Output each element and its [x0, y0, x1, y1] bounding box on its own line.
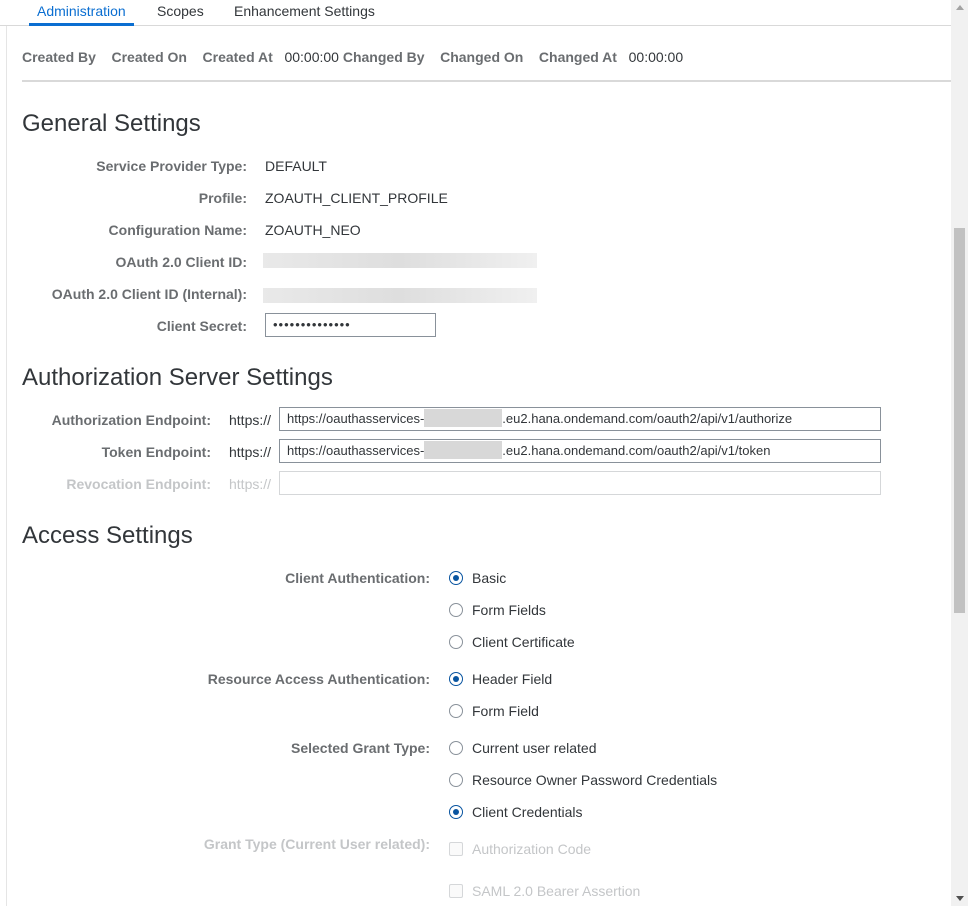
scroll-up-arrow-icon[interactable]	[956, 5, 964, 10]
token-url-start: https://oauthasservices-	[287, 443, 425, 458]
service-provider-type-label: Service Provider Type:	[96, 158, 247, 174]
client-auth-client-certificate-label[interactable]: Client Certificate	[472, 634, 575, 650]
authorization-endpoint-label: Authorization Endpoint:	[51, 412, 211, 428]
client-auth-form-fields-radio[interactable]	[449, 603, 463, 617]
grant-resource-owner-label[interactable]: Resource Owner Password Credentials	[472, 772, 717, 788]
client-id-redacted	[263, 253, 537, 268]
token-url-redacted	[424, 441, 503, 460]
grant-type-current-user-label: Grant Type (Current User related):	[203, 836, 430, 852]
tab-bar: Administration Scopes Enhancement Settin…	[0, 0, 951, 26]
token-url-end: .eu2.hana.ondemand.com/oauth2/api/v1/tok…	[502, 443, 771, 458]
general-settings-title: General Settings	[22, 110, 201, 137]
administration-panel: Created By Created On Created At 00:00:0…	[6, 26, 952, 906]
admin-info-bar: Created By Created On Created At 00:00:0…	[22, 49, 683, 65]
authorization-endpoint-prefix: https://	[229, 412, 272, 428]
grant-resource-owner-radio[interactable]	[449, 773, 463, 787]
changed-on-label: Changed On	[440, 49, 524, 65]
client-auth-basic-radio[interactable]	[449, 571, 463, 585]
authorization-server-settings-title: Authorization Server Settings	[22, 364, 333, 391]
changed-by-label: Changed By	[342, 49, 425, 65]
configuration-name-value: ZOAUTH_NEO	[265, 222, 361, 238]
tab-scopes[interactable]: Scopes	[157, 3, 204, 19]
client-auth-client-certificate-radio[interactable]	[449, 635, 463, 649]
client-id-internal-label: OAuth 2.0 Client ID (Internal):	[51, 286, 247, 302]
vertical-scrollbar[interactable]	[951, 0, 968, 906]
client-secret-label: Client Secret:	[156, 318, 247, 334]
client-auth-form-fields-label[interactable]: Form Fields	[472, 602, 546, 618]
grant-client-credentials-radio[interactable]	[449, 805, 463, 819]
scroll-down-arrow-icon[interactable]	[956, 896, 964, 901]
client-id-internal-redacted	[263, 288, 537, 303]
resource-access-form-field-radio[interactable]	[449, 704, 463, 718]
changed-at-label: Changed At	[538, 49, 617, 65]
created-on-label: Created On	[111, 49, 187, 65]
resource-access-header-field-radio[interactable]	[449, 672, 463, 686]
client-authentication-label: Client Authentication:	[285, 570, 430, 586]
created-at-label: Created At	[202, 49, 273, 65]
profile-label: Profile:	[198, 190, 247, 206]
client-id-label: OAuth 2.0 Client ID:	[115, 254, 247, 270]
revocation-endpoint-label: Revocation Endpoint:	[66, 476, 211, 492]
tab-administration[interactable]: Administration	[29, 3, 134, 26]
access-settings-title: Access Settings	[22, 522, 193, 549]
scroll-thumb[interactable]	[954, 228, 965, 613]
grant-client-credentials-label[interactable]: Client Credentials	[472, 804, 583, 820]
saml-bearer-label: SAML 2.0 Bearer Assertion	[472, 883, 641, 899]
saml-bearer-checkbox	[449, 884, 463, 898]
client-secret-input[interactable]: ••••••••••••••	[265, 313, 436, 337]
selected-grant-type-label: Selected Grant Type:	[290, 740, 430, 756]
revocation-endpoint-prefix: https://	[229, 476, 272, 492]
changed-at-value: 00:00:00	[628, 49, 684, 65]
configuration-name-label: Configuration Name:	[108, 222, 247, 238]
resource-access-header-field-label[interactable]: Header Field	[472, 671, 552, 687]
resource-access-authentication-label: Resource Access Authentication:	[207, 671, 430, 687]
service-provider-type-value: DEFAULT	[265, 158, 327, 174]
tab-enhancement-settings[interactable]: Enhancement Settings	[234, 3, 375, 19]
created-at-value: 00:00:00	[284, 49, 339, 65]
authorization-endpoint-input[interactable]: https://oauthasservices- .eu2.hana.ondema…	[279, 407, 881, 431]
authorization-code-label: Authorization Code	[472, 841, 592, 857]
authorization-code-checkbox	[449, 842, 463, 856]
authorization-url-start: https://oauthasservices-	[287, 411, 425, 426]
authorization-url-end: .eu2.hana.ondemand.com/oauth2/api/v1/aut…	[502, 411, 793, 426]
resource-access-form-field-label[interactable]: Form Field	[472, 703, 539, 719]
grant-current-user-radio[interactable]	[449, 741, 463, 755]
created-by-label: Created By	[22, 49, 96, 65]
client-auth-basic-label[interactable]: Basic	[472, 570, 506, 586]
grant-current-user-label[interactable]: Current user related	[472, 740, 597, 756]
authorization-url-redacted	[424, 409, 503, 428]
revocation-endpoint-input	[279, 471, 881, 495]
admin-divider	[22, 80, 952, 82]
token-endpoint-label: Token Endpoint:	[101, 444, 211, 460]
token-endpoint-input[interactable]: https://oauthasservices- .eu2.hana.ondema…	[279, 439, 881, 463]
profile-value: ZOAUTH_CLIENT_PROFILE	[265, 190, 448, 206]
token-endpoint-prefix: https://	[229, 444, 272, 460]
